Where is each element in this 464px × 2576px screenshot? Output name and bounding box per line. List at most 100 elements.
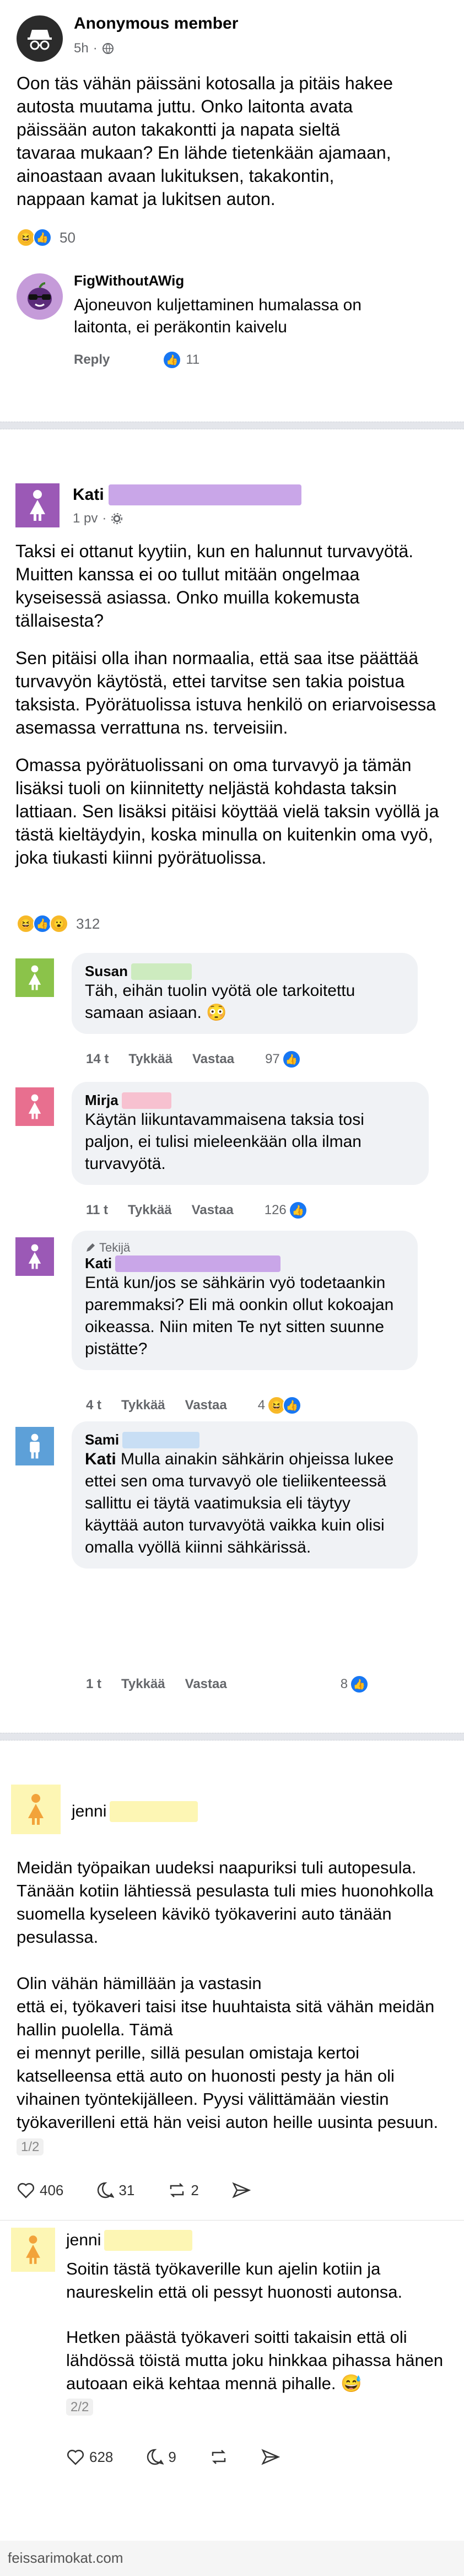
comment-bubble: Mirja Käytän liikuntavammaisena taksia t… (72, 1082, 429, 1185)
reply-button[interactable]: Vastaa (192, 1203, 234, 1218)
post-2: Kati 1 pv · Taksi ei ottanut kyytiin, ku… (0, 429, 464, 1733)
wow-reaction-icon: 😮 (50, 914, 68, 933)
commenter-avatar[interactable] (15, 958, 54, 997)
redacted-surname (121, 1092, 171, 1109)
comment-author-name: Kati (85, 1255, 112, 1271)
dot-separator: · (93, 41, 98, 56)
commenter-avatar[interactable] (15, 1087, 54, 1126)
post-3: jenni Meidän työpaikan uudeksi naapuriks… (0, 1740, 464, 2572)
badge-label: Tekijä (99, 1241, 131, 1254)
like-icon: 👍 (282, 1050, 301, 1069)
post-author-name: Kati (73, 486, 104, 504)
reply-button[interactable]: Vastaa (185, 1677, 227, 1692)
post-reactions[interactable]: 😆 👍 😮 312 (17, 914, 100, 933)
post-body: Meidän työpaikan uudeksi naapuriksi tuli… (17, 1856, 446, 2159)
jenni-avatar[interactable] (11, 1785, 61, 1834)
comment-like-count: 11 (186, 352, 200, 367)
dot-separator: · (102, 511, 107, 526)
redacted-surname (115, 1255, 281, 1272)
repost-stat[interactable]: 2 (168, 2181, 199, 2199)
comment-actions: 14 t Tykkää Vastaa 97 👍 (86, 1050, 301, 1069)
comment-likes[interactable]: 👍 11 (163, 351, 199, 369)
comment-author-name: Mirja (85, 1092, 118, 1108)
reply-paragraph: Soitin tästä työkaverille kun ajelin kot… (66, 2259, 403, 2302)
post-paragraph: Taksi ei ottanut kyytiin, kun en halunnu… (15, 541, 414, 630)
comment-author[interactable]: FigWithoutAWig (74, 272, 184, 289)
share-icon[interactable] (232, 2181, 251, 2199)
incognito-icon (28, 30, 52, 50)
post-author[interactable]: Kati (73, 484, 301, 505)
comment-text: Entä kun/jos se sähkärin vyö todetaankin… (85, 1274, 394, 1358)
like-button[interactable]: Tykkää (128, 1052, 172, 1067)
redacted-surname (104, 2230, 193, 2251)
comment-actions: 4 t Tykkää Vastaa 4 😆 👍 (86, 1396, 302, 1415)
post-meta: 5h · (74, 41, 114, 56)
share-icon[interactable] (261, 2448, 280, 2466)
reaction-count: 126 (264, 1203, 287, 1217)
haha-reaction-icon: 😆 (17, 228, 35, 247)
person-female-icon (28, 1244, 41, 1269)
comment-text: Täh, eihän tuolin vyötä ole tarkoitettu … (85, 982, 355, 1022)
heart-icon (67, 2449, 84, 2465)
reply-stat[interactable]: 31 (96, 2181, 134, 2199)
jenni-reply-avatar[interactable] (11, 2228, 55, 2272)
post-1: Anonymous member 5h · Oon täs vähän päis… (0, 0, 464, 422)
post-author-name: jenni (72, 1802, 107, 1820)
comment-text: Ajoneuvon kuljettaminen humalassa on lai… (74, 296, 362, 336)
comment-author[interactable]: Susan (85, 963, 404, 980)
comment-reaction-count[interactable]: 8 👍 (341, 1675, 369, 1694)
person-female-icon (28, 1794, 44, 1825)
commenter-avatar[interactable] (15, 1237, 54, 1276)
reply-count: 31 (118, 2181, 135, 2198)
mention[interactable]: Kati (85, 1450, 116, 1468)
anonymous-avatar[interactable] (17, 15, 63, 62)
post-meta: 1 pv · (73, 511, 123, 526)
reply-body: Soitin tästä työkaverille kun ajelin kot… (66, 2257, 452, 2416)
repost-stat[interactable] (209, 2448, 228, 2466)
reply-count: 9 (168, 2448, 176, 2465)
comment-time: 11 t (86, 1203, 109, 1217)
like-reaction-icon: 👍 (33, 914, 52, 933)
like-button[interactable]: Tykkää (121, 1677, 165, 1692)
settings-icon (111, 513, 123, 524)
like-stat[interactable]: 628 (66, 2449, 113, 2466)
comment-reaction-count[interactable]: 4 😆 👍 (258, 1396, 302, 1415)
globe-icon (102, 43, 114, 54)
like-icon: 👍 (350, 1675, 369, 1694)
like-stat[interactable]: 406 (17, 2182, 63, 2199)
fig-character-icon (28, 282, 52, 310)
watermark: feissarimokat.com (8, 2550, 123, 2566)
reply-button[interactable]: Vastaa (185, 1398, 227, 1413)
thread-position: 2/2 (66, 2399, 94, 2416)
reaction-count: 50 (60, 229, 75, 246)
post-author[interactable]: Anonymous member (74, 14, 238, 33)
like-button[interactable]: Tykkää (128, 1203, 172, 1218)
post-time[interactable]: 1 pv (73, 511, 98, 526)
like-button[interactable]: Tykkää (121, 1398, 165, 1413)
comment-reaction-count[interactable]: 97 👍 (265, 1050, 301, 1069)
reply-button[interactable]: Vastaa (192, 1052, 234, 1067)
thread-position: 1/2 (17, 2138, 44, 2155)
comment-author[interactable]: Kati (85, 1255, 404, 1272)
reply-paragraph: Hetken päästä työkaveri soitti takaisin … (66, 2327, 444, 2393)
commenter-avatar[interactable] (15, 1427, 54, 1465)
person-female-icon (26, 2235, 40, 2264)
post-author[interactable]: jenni (72, 1801, 198, 1822)
post-stats: 406 31 2 (17, 2181, 251, 2199)
reply-author[interactable]: jenni (66, 2230, 193, 2251)
kati-avatar[interactable] (15, 483, 60, 527)
comment-text: Kati Mulla ainakin sähkärin ohjeissa luk… (85, 1448, 404, 1559)
post-reactions[interactable]: 😆 👍 50 (17, 228, 75, 247)
comment-actions: 1 t Tykkää Vastaa 8 👍 (86, 1675, 369, 1694)
comment-author[interactable]: Sami (85, 1431, 404, 1448)
reply-author-name: jenni (66, 2231, 101, 2249)
post-time[interactable]: 5h (74, 41, 89, 56)
commenter-avatar[interactable] (17, 273, 63, 320)
reply-button[interactable]: Reply (74, 352, 110, 368)
comment-reaction-count[interactable]: 126 👍 (265, 1201, 307, 1220)
comment-author[interactable]: Mirja (85, 1092, 416, 1109)
repost-icon (212, 2450, 226, 2464)
repost-icon (170, 2183, 184, 2197)
comment-author-name: Sami (85, 1431, 120, 1448)
reply-stat[interactable]: 9 (146, 2448, 176, 2466)
